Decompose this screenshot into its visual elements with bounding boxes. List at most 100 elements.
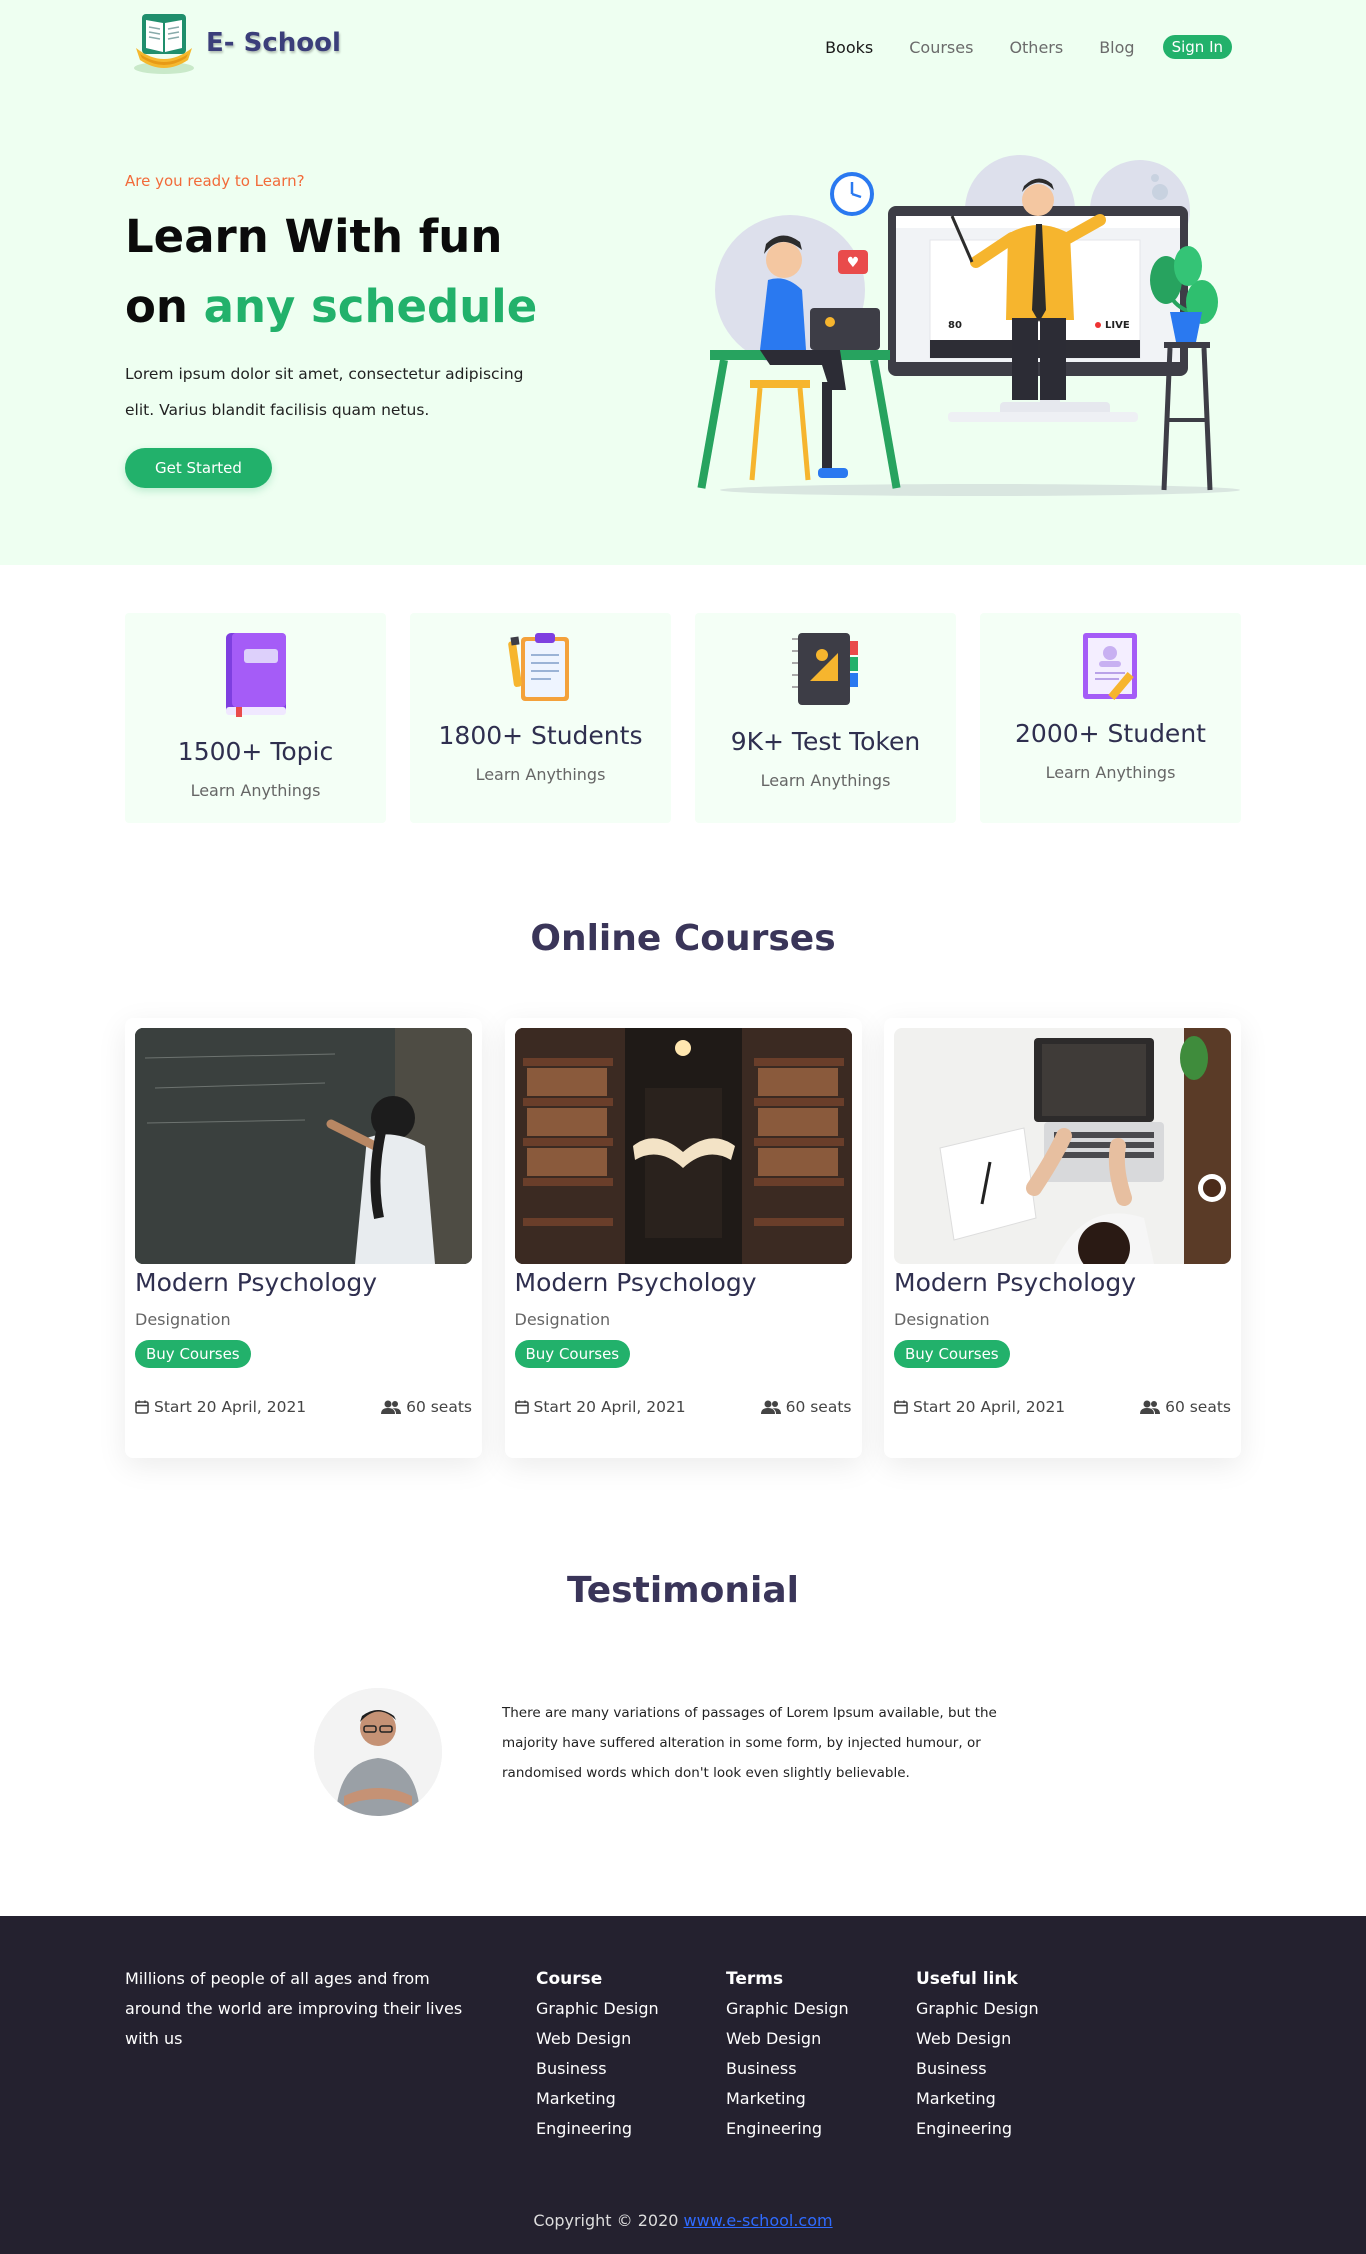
hero-title-line1: Learn With fun <box>125 210 503 263</box>
course-seats: 60 seats <box>760 1398 852 1416</box>
copyright-link[interactable]: www.e-school.com <box>684 2211 833 2230</box>
footer-link[interactable]: Business <box>916 2054 1039 2084</box>
nav-link-courses[interactable]: Courses <box>909 38 973 57</box>
footer-link[interactable]: Web Design <box>916 2024 1039 2054</box>
certificate-icon <box>1077 631 1145 705</box>
copyright-text: Copyright © 2020 <box>533 2211 684 2230</box>
footer-link[interactable]: Graphic Design <box>536 1994 659 2024</box>
course-card[interactable]: Modern Psychology Designation Buy Course… <box>504 1018 862 1458</box>
nav-link-blog[interactable]: Blog <box>1099 38 1134 57</box>
course-seats-text: 60 seats <box>785 1398 852 1416</box>
book-logo-icon <box>128 10 200 76</box>
footer-column-title: Course <box>536 1969 603 1989</box>
footer-link[interactable]: Web Design <box>726 2024 849 2054</box>
course-title: Modern Psychology <box>894 1268 1136 1297</box>
clipboard-icon <box>507 631 575 707</box>
stat-subtitle: Learn Anythings <box>475 765 606 784</box>
course-seats: 60 seats <box>1140 1398 1231 1416</box>
online-courses-title: Online Courses <box>530 918 836 959</box>
footer-link[interactable]: Web Design <box>536 2024 659 2054</box>
hero-text: Are you ready to Learn? Learn With fun o… <box>125 172 685 488</box>
course-date-text: Start 20 April, 2021 <box>913 1398 1066 1416</box>
course-image-library <box>514 1028 852 1264</box>
course-designation: Designation <box>135 1310 231 1329</box>
footer-column-useful-link: Useful link Graphic Design Web Design Bu… <box>916 1964 1039 2144</box>
stat-value: 1500+ Topic <box>177 737 334 766</box>
stat-subtitle: Learn Anythings <box>190 781 321 800</box>
footer-link[interactable]: Graphic Design <box>726 1994 849 2024</box>
testimonial-quote: There are many variations of passages of… <box>502 1705 997 1781</box>
buy-courses-button[interactable]: Buy Courses <box>894 1340 1010 1368</box>
nav-link-books[interactable]: Books <box>825 38 873 57</box>
course-title: Modern Psychology <box>514 1268 757 1297</box>
buy-courses-button[interactable]: Buy Courses <box>135 1340 251 1368</box>
users-icon <box>1140 1400 1161 1414</box>
stat-card-student: 2000+ Student Learn Anythings <box>980 613 1241 823</box>
course-designation: Designation <box>514 1310 611 1329</box>
footer-link[interactable]: Engineering <box>536 2114 659 2144</box>
course-image-laptop <box>894 1028 1231 1264</box>
hero-eyebrow: Are you ready to Learn? <box>125 172 305 190</box>
course-seats: 60 seats <box>381 1398 472 1416</box>
courses-list: Modern Psychology Designation Buy Course… <box>125 1018 1241 1458</box>
course-card[interactable]: Modern Psychology Designation Buy Course… <box>125 1018 482 1458</box>
users-icon <box>760 1400 781 1414</box>
footer-link[interactable]: Graphic Design <box>916 1994 1039 2024</box>
navbar: E- School Books Courses Others Blog Sign… <box>0 0 1366 90</box>
course-date-text: Start 20 April, 2021 <box>154 1398 307 1416</box>
testimonial-title: Testimonial <box>566 1570 799 1611</box>
footer-column-terms: Terms Graphic Design Web Design Business… <box>726 1964 849 2144</box>
footer-link[interactable]: Marketing <box>726 2084 849 2114</box>
sign-in-button[interactable]: Sign In <box>1162 35 1232 59</box>
footer-column-title: Terms <box>726 1969 784 1989</box>
brand-name: E- School <box>206 28 341 58</box>
stat-value: 2000+ Student <box>1015 719 1206 748</box>
footer-about: Millions of people of all ages and from … <box>125 1969 463 2048</box>
course-meta: Start 20 April, 2021 60 seats <box>514 1398 852 1416</box>
footer-link[interactable]: Business <box>726 2054 849 2084</box>
nav-link-others[interactable]: Others <box>1009 38 1063 57</box>
live-label: LIVE <box>1105 320 1130 331</box>
calendar-icon <box>514 1400 529 1414</box>
course-date: Start 20 April, 2021 <box>135 1398 306 1416</box>
footer-link[interactable]: Engineering <box>726 2114 849 2144</box>
stat-subtitle: Learn Anythings <box>1045 763 1176 782</box>
calendar-icon <box>894 1400 908 1414</box>
footer-link[interactable]: Engineering <box>916 2114 1039 2144</box>
stat-subtitle: Learn Anythings <box>760 771 891 790</box>
course-card[interactable]: Modern Psychology Designation Buy Course… <box>884 1018 1241 1458</box>
course-meta: Start 20 April, 2021 60 seats <box>894 1398 1231 1416</box>
course-meta: Start 20 April, 2021 60 seats <box>135 1398 472 1416</box>
testimonial-avatar <box>314 1688 442 1816</box>
hero-title-highlight: any schedule <box>203 280 538 333</box>
stats-row: 1500+ Topic Learn Anythings 1800+ Studen… <box>125 613 1241 823</box>
footer-column-title: Useful link <box>916 1969 1018 1989</box>
svg-text:♥: ♥ <box>847 255 860 271</box>
nav-links: Books Courses Others Blog Sign In <box>789 35 1232 59</box>
get-started-button[interactable]: Get Started <box>125 448 272 488</box>
course-date: Start 20 April, 2021 <box>894 1398 1065 1416</box>
clock-icon <box>830 172 874 216</box>
calendar-icon <box>135 1400 149 1414</box>
hero-title: Learn With fun on any schedule <box>125 202 685 342</box>
stat-value: 9K+ Test Token <box>730 727 921 756</box>
stat-card-students: 1800+ Students Learn Anythings <box>410 613 671 823</box>
copyright: Copyright © 2020 www.e-school.com <box>0 2211 1366 2230</box>
footer-column-course: Course Graphic Design Web Design Busines… <box>536 1964 659 2144</box>
course-seats-text: 60 seats <box>406 1398 472 1416</box>
hero-paragraph: Lorem ipsum dolor sit amet, consectetur … <box>125 365 524 419</box>
footer-link[interactable]: Marketing <box>916 2084 1039 2114</box>
hero-illustration: LIVE 80 ♥ <box>690 150 1250 500</box>
stat-value: 1800+ Students <box>438 721 643 750</box>
course-seats-text: 60 seats <box>1165 1398 1231 1416</box>
footer-link[interactable]: Marketing <box>536 2084 659 2114</box>
stat-card-tokens: 9K+ Test Token Learn Anythings <box>695 613 956 823</box>
notebook-icon <box>791 631 860 711</box>
logo[interactable]: E- School <box>128 10 341 76</box>
course-date: Start 20 April, 2021 <box>514 1398 686 1416</box>
hero-title-line2: on any schedule <box>125 272 685 342</box>
course-designation: Designation <box>894 1310 990 1329</box>
stat-card-topics: 1500+ Topic Learn Anythings <box>125 613 386 823</box>
buy-courses-button[interactable]: Buy Courses <box>514 1340 631 1368</box>
footer-link[interactable]: Business <box>536 2054 659 2084</box>
